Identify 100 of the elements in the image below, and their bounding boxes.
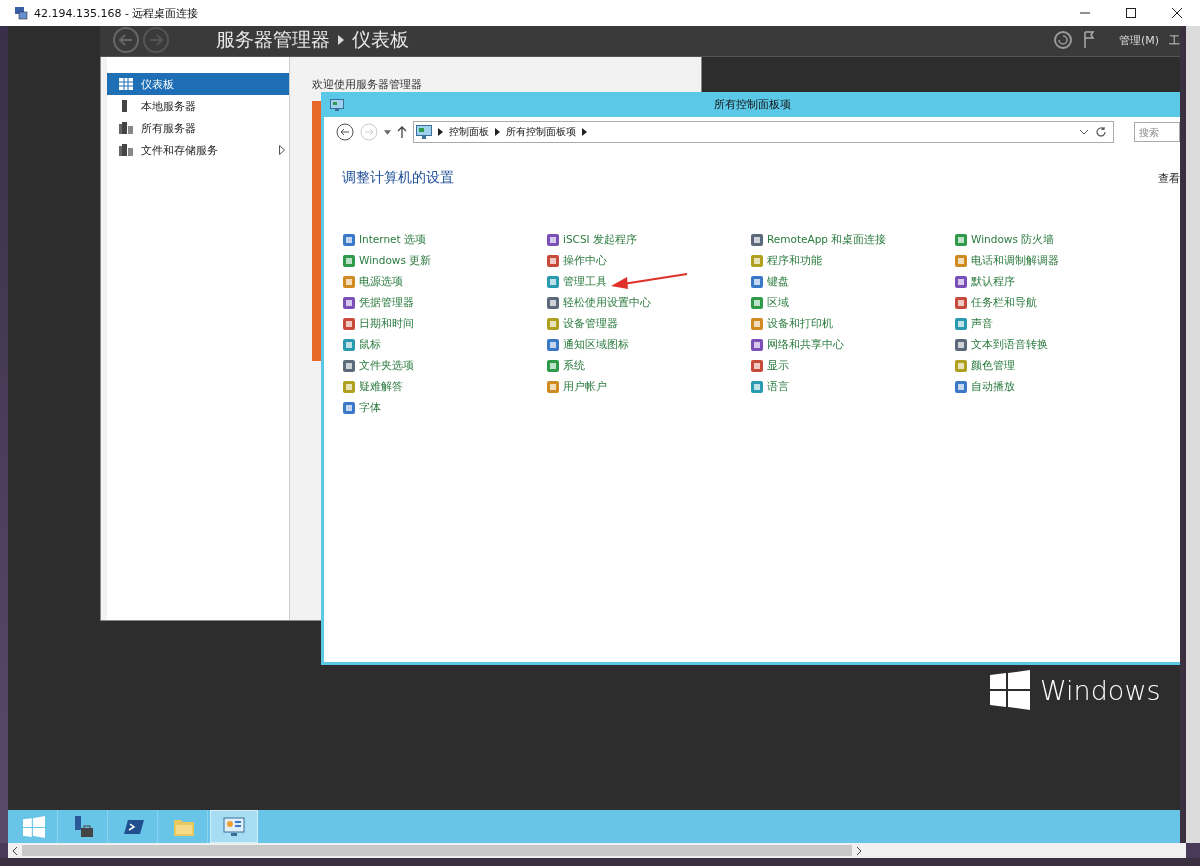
flag-icon[interactable] xyxy=(1082,30,1095,50)
applet-link[interactable]: 管理工具 xyxy=(563,274,607,289)
applet-link[interactable]: 系统 xyxy=(563,358,585,373)
applet-link[interactable]: 电话和调制解调器 xyxy=(971,253,1059,268)
applet-icon xyxy=(342,400,356,415)
sidebar-item[interactable]: 所有服务器 xyxy=(107,117,289,139)
applet-link[interactable]: 默认程序 xyxy=(971,274,1015,289)
applet-icon xyxy=(342,379,356,394)
sidebar-item[interactable]: 本地服务器 xyxy=(107,95,289,117)
applet-link[interactable]: 日期和时间 xyxy=(359,316,414,331)
applet-icon xyxy=(750,295,764,310)
applet-icon xyxy=(342,316,356,331)
applet-link[interactable]: RemoteApp 和桌面连接 xyxy=(767,232,887,247)
back-icon[interactable] xyxy=(336,123,354,141)
applet-link[interactable]: 凭据管理器 xyxy=(359,295,414,310)
applet-icon xyxy=(750,274,764,289)
applet-link[interactable]: 声音 xyxy=(971,316,993,331)
applet-link[interactable]: 区域 xyxy=(767,295,789,310)
applet-link[interactable]: 通知区域图标 xyxy=(563,337,629,352)
applet-link[interactable]: 疑难解答 xyxy=(359,379,403,394)
applet-link[interactable]: 用户帐户 xyxy=(563,379,607,394)
window-title: 所有控制面板项 xyxy=(713,97,791,112)
applet-icon xyxy=(954,274,968,289)
applet-icon xyxy=(546,274,560,289)
applet-link[interactable]: 文件夹选项 xyxy=(359,358,414,373)
applet-icon xyxy=(342,358,356,373)
branding-text: Windows xyxy=(1040,674,1161,706)
applet-icon xyxy=(954,358,968,373)
applet-link[interactable]: 自动播放 xyxy=(971,379,1015,394)
maximize-icon xyxy=(1126,8,1136,18)
applet-icon xyxy=(546,295,560,310)
applet-icon xyxy=(342,295,356,310)
applet-icon xyxy=(954,232,968,247)
applet-link[interactable]: 键盘 xyxy=(767,274,789,289)
applet-icon xyxy=(954,379,968,394)
applet-link[interactable]: 颜色管理 xyxy=(971,358,1015,373)
server-toolbox-icon xyxy=(72,815,95,838)
applet-icon xyxy=(342,253,356,268)
remote-desktop-icon xyxy=(14,6,28,20)
up-arrow-icon[interactable] xyxy=(397,126,407,138)
dropdown-icon[interactable] xyxy=(1079,129,1089,135)
applet-icon xyxy=(750,379,764,394)
menu-item[interactable]: 管理(M) xyxy=(1118,32,1159,48)
applet-link[interactable]: 程序和功能 xyxy=(767,253,822,268)
welcome-heading: 欢迎使用服务器管理器 xyxy=(312,78,422,91)
applet-icon xyxy=(750,337,764,352)
applet-link[interactable]: Windows 防火墙 xyxy=(971,232,1055,247)
expand-icon[interactable] xyxy=(279,145,285,155)
chevron-icon xyxy=(495,128,500,136)
applet-link[interactable]: 文本到语音转换 xyxy=(971,337,1048,352)
address-segment[interactable]: 控制面板 xyxy=(449,125,489,139)
sidebar-item[interactable]: 文件和存储服务 xyxy=(107,139,289,161)
applet-link[interactable]: Internet 选项 xyxy=(359,232,427,247)
chevron-icon xyxy=(582,128,587,136)
applet-link[interactable]: 设备管理器 xyxy=(563,316,618,331)
applet-icon xyxy=(546,316,560,331)
applet-icon xyxy=(342,337,356,352)
sidebar-item[interactable]: 仪表板 xyxy=(107,73,289,95)
applet-icon xyxy=(750,358,764,373)
address-bar[interactable]: 控制面板 所有控制面板项 xyxy=(413,121,1114,143)
applet-link[interactable]: 网络和共享中心 xyxy=(767,337,844,352)
applet-link[interactable]: 语言 xyxy=(767,379,789,394)
applet-link[interactable]: 电源选项 xyxy=(359,274,403,289)
applet-link[interactable]: 轻松使用设置中心 xyxy=(563,295,651,310)
applet-link[interactable]: 任务栏和导航 xyxy=(971,295,1037,310)
dropdown-icon[interactable] xyxy=(384,129,391,135)
control-panel-icon xyxy=(416,125,432,139)
window-title: 42.194.135.168 - 远程桌面连接 xyxy=(34,5,199,21)
scrollbar[interactable] xyxy=(8,843,1186,858)
chevron-icon xyxy=(338,35,344,45)
applet-icon xyxy=(954,316,968,331)
chevron-icon xyxy=(438,128,443,136)
scroll-right-icon[interactable] xyxy=(856,845,862,856)
applet-icon xyxy=(954,337,968,352)
applet-icon xyxy=(750,316,764,331)
applet-icon xyxy=(546,379,560,394)
refresh-icon[interactable] xyxy=(1052,30,1073,50)
applet-icon xyxy=(750,253,764,268)
menu-item[interactable]: 工 xyxy=(1169,32,1180,48)
windows-logo-icon xyxy=(990,670,1030,710)
applet-link[interactable]: iSCSI 发起程序 xyxy=(563,232,637,247)
applet-link[interactable]: 字体 xyxy=(359,400,381,415)
refresh-icon[interactable] xyxy=(1095,126,1107,138)
applet-link[interactable]: 设备和打印机 xyxy=(767,316,833,331)
applet-link[interactable]: 显示 xyxy=(767,358,789,373)
applet-icon xyxy=(546,253,560,268)
applet-link[interactable]: 操作中心 xyxy=(563,253,607,268)
applet-icon xyxy=(546,232,560,247)
applet-icon xyxy=(954,253,968,268)
applet-link[interactable]: Windows 更新 xyxy=(359,253,432,268)
search-field[interactable]: 搜索 xyxy=(1134,122,1180,142)
applet-link[interactable]: 鼠标 xyxy=(359,337,381,352)
scrollbar[interactable] xyxy=(1186,26,1200,843)
scroll-left-icon[interactable] xyxy=(12,845,18,856)
breadcrumb-item[interactable]: 仪表板 xyxy=(352,27,409,53)
control-panel-icon xyxy=(223,815,245,838)
address-segment[interactable]: 所有控制面板项 xyxy=(506,125,576,139)
applet-icon xyxy=(342,274,356,289)
control-panel-icon xyxy=(330,98,344,111)
breadcrumb-item[interactable]: 服务器管理器 xyxy=(216,27,330,53)
